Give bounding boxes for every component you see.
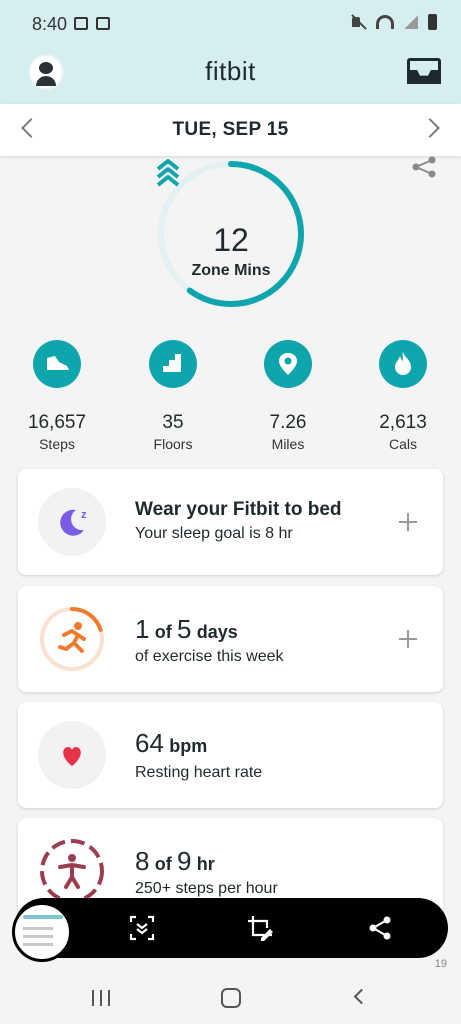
exercise-card[interactable]: 1 of 5 days of exercise this week — [18, 586, 443, 692]
location-pin-icon — [264, 340, 312, 388]
svg-text:z: z — [81, 509, 87, 521]
heart-card-title: 64 bpm — [135, 728, 207, 759]
stat-label: Floors — [153, 436, 193, 452]
heart-rate-value: 64 — [135, 728, 164, 758]
zone-minutes-label: Zone Mins — [191, 262, 271, 279]
stat-floors[interactable]: 35 Floors — [123, 340, 223, 452]
sleep-card-title: Wear your Fitbit to bed — [135, 499, 342, 520]
heart-rate-unit: bpm — [169, 736, 208, 756]
system-navigation-bar — [0, 972, 461, 1024]
date-navigation: TUE, SEP 15 — [0, 104, 461, 156]
inbox-icon[interactable] — [407, 58, 441, 84]
zone-minutes-ring[interactable]: 12 Zone Mins — [155, 158, 307, 310]
app-header: fitbit — [0, 48, 461, 104]
heart-rate-card[interactable]: 64 bpm Resting heart rate — [18, 702, 443, 808]
stat-value: 7.26 — [269, 412, 307, 433]
toolbar-share-icon[interactable] — [366, 914, 394, 942]
exercise-card-title: 1 of 5 days — [135, 614, 238, 645]
stat-label: Steps — [39, 436, 75, 452]
crop-edit-icon[interactable] — [246, 914, 274, 942]
heart-card-subtitle: Resting heart rate — [135, 764, 263, 781]
gallery-notification-icon — [74, 17, 88, 30]
stat-calories[interactable]: 2,613 Cals — [353, 340, 453, 452]
add-sleep-plus-icon[interactable] — [399, 513, 417, 531]
exercise-of: of — [154, 622, 172, 642]
flame-icon — [379, 340, 427, 388]
stat-label: Cals — [388, 436, 417, 452]
exercise-runner-icon — [38, 605, 106, 673]
stat-value: 2,613 — [379, 412, 427, 433]
top-header-area: 8:40 fitbit — [0, 0, 461, 104]
shoe-icon — [33, 340, 81, 388]
recent-apps-icon[interactable] — [92, 990, 110, 1006]
signal-icon — [404, 15, 418, 29]
sleep-moon-icon: z — [38, 488, 106, 556]
back-icon[interactable] — [353, 988, 370, 1005]
home-icon[interactable] — [221, 988, 241, 1008]
scroll-capture-icon[interactable] — [128, 914, 156, 942]
stairs-icon — [149, 340, 197, 388]
status-icons — [350, 14, 437, 30]
zone-minutes-value: 12 — [213, 222, 249, 258]
sleep-card[interactable]: z Wear your Fitbit to bed Your sleep goa… — [18, 469, 443, 575]
hourly-activity-icon — [38, 837, 106, 905]
hourly-card-title: 8 of 9 hr — [135, 846, 215, 877]
hourly-unit: hr — [196, 854, 215, 874]
stats-row: 16,657 Steps 35 Floors 7.26 Miles 2,613 … — [0, 340, 461, 456]
heart-icon — [38, 721, 106, 789]
hourly-card-subtitle: 250+ steps per hour — [135, 880, 278, 897]
stat-label: Miles — [271, 436, 305, 452]
stat-value: 16,657 — [27, 412, 87, 433]
stat-steps[interactable]: 16,657 Steps — [7, 340, 107, 452]
exercise-card-subtitle: of exercise this week — [135, 648, 284, 665]
hourly-of: of — [154, 854, 172, 874]
hourly-total: 9 — [177, 846, 192, 876]
status-time: 8:40 — [32, 14, 68, 34]
mail-notification-icon — [96, 17, 110, 30]
add-exercise-plus-icon[interactable] — [399, 630, 417, 648]
hourly-value: 8 — [135, 846, 150, 876]
screenshot-thumbnail[interactable] — [12, 902, 72, 962]
status-bar: 8:40 — [0, 0, 461, 48]
current-date: TUE, SEP 15 — [172, 119, 289, 140]
partial-number: 19 — [434, 958, 447, 970]
partial-content-row: 19 — [0, 958, 461, 972]
exercise-unit: days — [196, 622, 238, 642]
wifi-icon — [376, 15, 394, 29]
mute-icon — [350, 14, 366, 30]
zone-chevrons-icon — [156, 159, 180, 187]
sleep-card-subtitle: Your sleep goal is 8 hr — [135, 525, 293, 542]
share-icon[interactable] — [411, 156, 437, 178]
stat-value: 35 — [162, 412, 184, 433]
stat-miles[interactable]: 7.26 Miles — [238, 340, 338, 452]
exercise-total: 5 — [177, 614, 192, 644]
app-logo: fitbit — [205, 56, 256, 86]
exercise-value: 1 — [135, 614, 150, 644]
battery-icon — [428, 14, 437, 30]
